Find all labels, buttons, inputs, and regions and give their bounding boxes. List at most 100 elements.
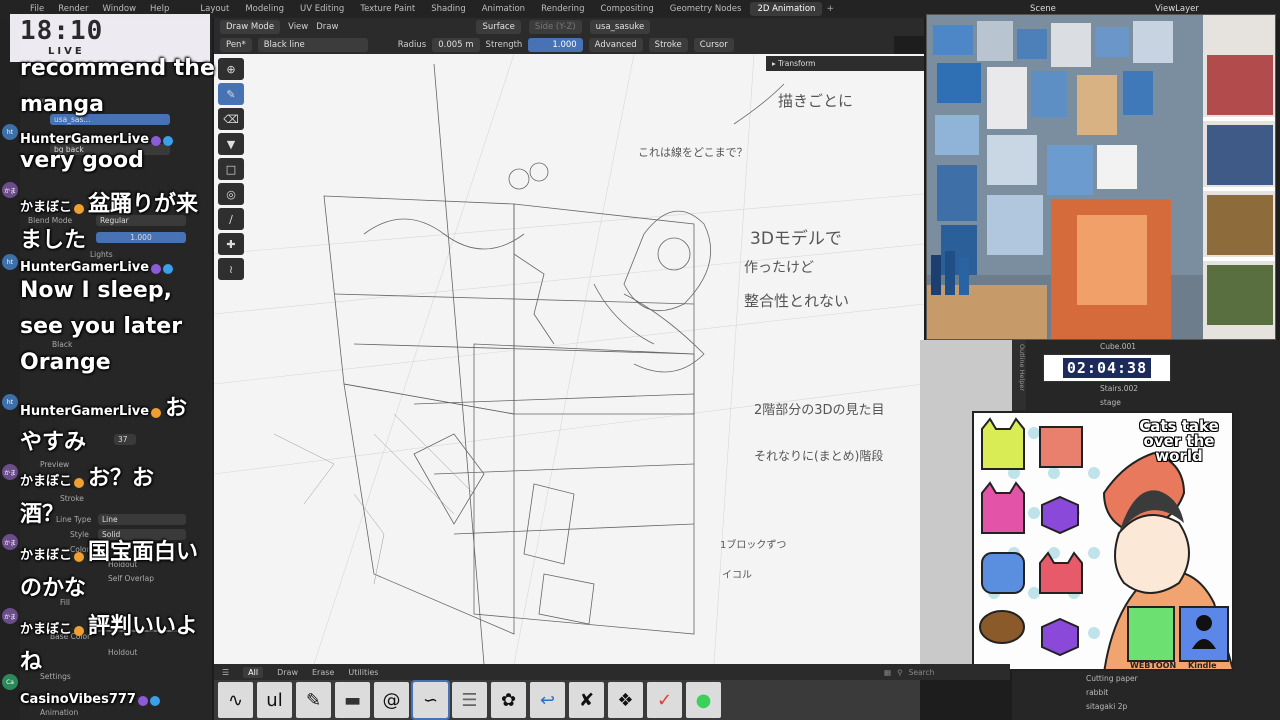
chat-message: のかな <box>20 570 86 602</box>
sketch-note: 作ったけど <box>744 260 814 276</box>
tint-tool-icon[interactable]: ◎ <box>218 183 244 205</box>
user-count: 37 <box>114 434 136 445</box>
lights-label: Lights <box>90 250 113 259</box>
sketch-note: これは線をどこまで？ <box>638 145 748 159</box>
outliner-item[interactable]: stage <box>1100 398 1121 407</box>
chat-text: ました <box>20 228 87 253</box>
workspace-tab[interactable]: Shading <box>424 2 473 16</box>
chat-message: recommend the <box>20 56 215 81</box>
box-tool-icon[interactable]: □ <box>218 158 244 180</box>
draw-menu[interactable]: Draw <box>316 22 338 32</box>
brush-fill-icon[interactable]: ● <box>686 682 721 718</box>
chat-message: CasinoVibes777 <box>20 692 160 707</box>
tab-utilities[interactable]: Utilities <box>348 668 378 677</box>
workspace-tab[interactable]: Compositing <box>593 2 660 16</box>
clock-time: 18:10 <box>20 16 104 46</box>
cursor-tool-icon[interactable]: ⊕ <box>218 58 244 80</box>
menu-item-help[interactable]: Help <box>150 4 169 14</box>
search-input[interactable]: Search <box>909 668 935 677</box>
holdout-fill-checkbox[interactable]: Holdout <box>108 648 137 657</box>
fill-tool-icon[interactable]: ▼ <box>218 133 244 155</box>
workspace-tab[interactable]: UV Editing <box>293 2 351 16</box>
strength-slider[interactable]: 1.000 <box>528 38 583 52</box>
grid-icon[interactable]: ▦ <box>884 668 891 677</box>
transform-panel-toggle[interactable]: ▸ Transform <box>766 56 924 71</box>
menu-item-window[interactable]: Window <box>103 4 137 14</box>
brush-red-icon[interactable]: ✓ <box>647 682 682 718</box>
brush-pen-icon[interactable]: ✎ <box>296 682 331 718</box>
view-layer-selector[interactable]: ViewLayer <box>1155 4 1199 14</box>
poster-headline: Cats take over the world <box>1139 417 1219 465</box>
badge-icon <box>74 477 85 488</box>
chat-message: very good <box>20 148 144 173</box>
workspace-tab[interactable]: 2D Animation <box>750 2 823 16</box>
brush-select[interactable]: Pen* <box>220 38 252 52</box>
brush-spiral-icon[interactable]: @ <box>374 682 409 718</box>
workspace-tabs: Layout Modeling UV Editing Texture Paint Sha… <box>193 2 823 16</box>
outliner-item[interactable]: Cutting paper <box>1086 674 1138 683</box>
sketch-note: それなりに(まとめ)階段 <box>754 448 883 463</box>
view-menu[interactable]: View <box>288 22 308 32</box>
workspace-tab[interactable]: Animation <box>475 2 532 16</box>
chat-text: お？お <box>88 466 155 491</box>
tab-erase[interactable]: Erase <box>312 668 334 677</box>
outliner-item[interactable]: rabbit <box>1086 688 1108 697</box>
outliner-item[interactable]: Cube.001 <box>1100 342 1136 351</box>
stroke-dropdown[interactable]: Stroke <box>648 38 688 52</box>
tab-draw[interactable]: Draw <box>277 668 298 677</box>
badge-icon <box>74 625 85 636</box>
opacity-slider[interactable]: 1.000 <box>96 232 186 243</box>
brush-cross-icon[interactable]: ✘ <box>569 682 604 718</box>
workspace-tab[interactable]: Rendering <box>534 2 591 16</box>
workspace-tab[interactable]: Modeling <box>238 2 291 16</box>
workspace-tab[interactable]: Texture Paint <box>353 2 422 16</box>
add-workspace-icon[interactable]: + <box>826 4 834 14</box>
webcam-feed <box>926 14 1276 340</box>
sketch-note: イコル <box>722 570 752 581</box>
drawing-plane-select[interactable]: Side (Y-Z) <box>528 20 582 34</box>
chat-message: やすみ <box>20 424 86 456</box>
chat-avatar-strip: ht かま ht ht かま かま かま Ca <box>0 18 20 720</box>
erase-tool-icon[interactable]: ⌫ <box>218 108 244 130</box>
cursor-dropdown[interactable]: Cursor <box>693 38 734 52</box>
brush-marker-icon[interactable]: ▬ <box>335 682 370 718</box>
scene-selector[interactable]: Scene <box>1030 4 1056 14</box>
advanced-dropdown[interactable]: Advanced <box>588 38 643 52</box>
outline-helper-tab[interactable]: Outline Helper <box>1012 340 1026 410</box>
3d-viewport[interactable]: 描きごとに これは線をどこまで？ 3Dモデルで 作ったけど 整合性とれない 2階… <box>214 54 924 664</box>
self-overlap-checkbox[interactable]: Self Overlap <box>108 574 154 583</box>
radius-field[interactable]: 0.005 m <box>432 38 480 52</box>
brush-ul-icon[interactable]: ul <box>257 682 292 718</box>
brush-pencil-icon[interactable]: ☰ <box>452 682 487 718</box>
mode-select[interactable]: Draw Mode <box>220 20 281 34</box>
menu-item-render[interactable]: Render <box>58 4 88 14</box>
sketch-note: 描きごとに <box>778 92 853 110</box>
menu-icon[interactable]: ☰ <box>222 668 229 677</box>
material-select[interactable]: Black line <box>257 38 368 52</box>
tab-all[interactable]: All <box>243 666 264 678</box>
brush-ink-icon[interactable]: ∿ <box>218 682 253 718</box>
brush-search[interactable]: ▦ ⚲ Search <box>880 664 1010 680</box>
settings-section[interactable]: Settings <box>40 672 71 681</box>
placement-select[interactable]: Surface <box>476 20 521 34</box>
menu-item-file[interactable]: File <box>30 4 44 14</box>
brush-dots-icon[interactable]: ❖ <box>608 682 643 718</box>
workspace-tab[interactable]: Geometry Nodes <box>663 2 749 16</box>
line-type-select[interactable]: Line <box>98 514 186 525</box>
active-object-select[interactable]: usa_sasuke <box>589 20 651 34</box>
outliner-item[interactable]: sitagaki 2p <box>1086 702 1127 711</box>
animation-section[interactable]: Animation <box>40 708 78 717</box>
line-tool-icon[interactable]: ∕ <box>218 208 244 230</box>
badge-icon <box>163 263 174 274</box>
avatar: ht <box>2 124 18 140</box>
brush-stroke-icon[interactable]: ∽ <box>411 680 450 720</box>
draw-tool-icon[interactable]: ✎ <box>218 83 244 105</box>
chat-text: のかな <box>20 576 87 601</box>
brush-curve-icon[interactable]: ↩ <box>530 682 565 718</box>
outliner-item[interactable]: Stairs.002 <box>1100 384 1138 393</box>
chat-username: HunterGamerLive <box>20 404 150 419</box>
eyedropper-tool-icon[interactable]: ✚ <box>218 233 244 255</box>
brush-hatch-icon[interactable]: ✿ <box>491 682 526 718</box>
curve-tool-icon[interactable]: ≀ <box>218 258 244 280</box>
chat-username: かまぼこ <box>20 474 73 489</box>
